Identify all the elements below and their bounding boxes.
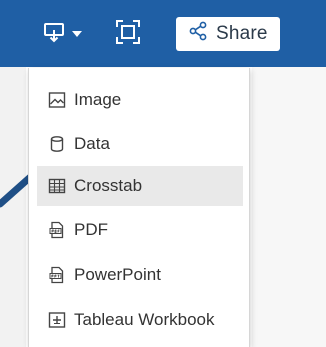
menu-item-pdf[interactable]: PDF: [37, 210, 243, 250]
powerpoint-file-icon: [47, 265, 67, 285]
menu-item-image[interactable]: Image: [37, 80, 243, 120]
table-icon: [47, 176, 67, 196]
menu-item-powerpoint[interactable]: PowerPoint: [37, 255, 243, 295]
database-icon: [47, 134, 67, 154]
share-icon: [188, 21, 208, 47]
menu-item-label: Data: [74, 134, 110, 153]
menu-item-data[interactable]: Data: [37, 124, 243, 164]
download-menu: Image Data Crosstab PDF PowerPoint Table…: [28, 68, 250, 347]
app-frame: Share Image Data Crosstab PDF PowerPoint…: [0, 0, 326, 347]
menu-item-crosstab[interactable]: Crosstab: [37, 166, 243, 206]
pdf-file-icon: [47, 220, 67, 240]
image-icon: [47, 90, 67, 110]
chevron-down-icon: [72, 31, 82, 37]
fullscreen-button[interactable]: [104, 16, 152, 52]
menu-item-tableau-workbook[interactable]: Tableau Workbook: [37, 300, 243, 340]
workbook-file-icon: [47, 310, 67, 330]
menu-item-label: Tableau Workbook: [74, 310, 215, 329]
menu-item-label: PDF: [74, 220, 108, 239]
download-button[interactable]: [28, 16, 96, 52]
toolbar: Share: [0, 0, 326, 67]
menu-item-label: Image: [74, 90, 122, 109]
menu-item-label: Crosstab: [74, 176, 143, 195]
fullscreen-icon: [114, 18, 142, 51]
share-button[interactable]: Share: [176, 17, 280, 51]
right-panel: [252, 67, 326, 347]
menu-item-label: PowerPoint: [74, 265, 161, 284]
download-icon: [42, 20, 66, 49]
share-label: Share: [216, 23, 268, 44]
